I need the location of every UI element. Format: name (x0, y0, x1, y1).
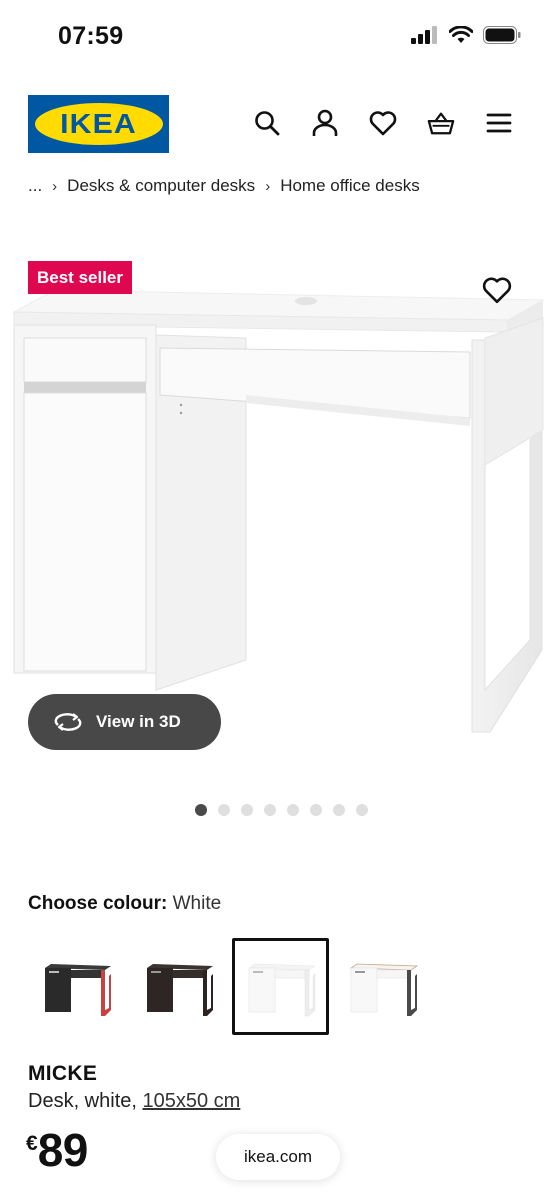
breadcrumb-home-office-desks[interactable]: Home office desks (280, 176, 420, 196)
carousel-dots (0, 804, 555, 816)
logo-oval: IKEA (34, 103, 163, 145)
menu-icon (486, 113, 512, 133)
product-name: MICKE (28, 1062, 98, 1085)
view-in-3d-label: View in 3D (96, 712, 181, 731)
cellular-signal-icon (411, 26, 437, 44)
basket-icon (427, 112, 455, 135)
status-bar: 07:59 (0, 0, 555, 72)
site-header: IKEA (0, 94, 555, 154)
selected-colour: White (172, 893, 222, 914)
chevron-right-icon: › (265, 177, 271, 195)
carousel-dot[interactable] (333, 804, 345, 816)
search-icon (255, 111, 280, 136)
breadcrumb: ... › Desks & computer desks › Home offi… (28, 176, 420, 196)
wifi-icon (449, 26, 473, 43)
desk-thumbnail (146, 963, 213, 1016)
colour-label: Choose colour: White (28, 893, 221, 915)
product-dimensions-link[interactable]: 105x50 cm (143, 1090, 241, 1112)
status-time: 07:59 (58, 22, 124, 50)
add-to-favourites-button[interactable] (482, 276, 512, 304)
desk-thumbnail (349, 963, 418, 1016)
colour-swatches (28, 938, 431, 1035)
product-image[interactable] (0, 250, 555, 770)
logo-text: IKEA (60, 108, 137, 139)
product-description: Desk, white, 105x50 cm (28, 1090, 240, 1113)
product-description-text: Desk, white, (28, 1090, 137, 1112)
carousel-dot[interactable] (310, 804, 322, 816)
profile-icon (312, 109, 338, 136)
carousel-dot[interactable] (264, 804, 276, 816)
desk-thumbnail (247, 963, 316, 1016)
carousel-dot[interactable] (356, 804, 368, 816)
carousel-dot[interactable] (218, 804, 230, 816)
battery-icon (483, 26, 521, 44)
colour-swatch-black-red[interactable] (28, 938, 125, 1035)
status-icons (411, 26, 521, 44)
breadcrumb-ellipsis[interactable]: ... (28, 176, 42, 196)
browser-url-pill[interactable]: ikea.com (216, 1134, 340, 1180)
basket-button[interactable] (427, 109, 455, 137)
menu-button[interactable] (485, 109, 513, 137)
profile-button[interactable] (311, 109, 339, 137)
carousel-dot[interactable] (241, 804, 253, 816)
ikea-logo[interactable]: IKEA (28, 95, 169, 153)
breadcrumb-desks[interactable]: Desks & computer desks (67, 176, 255, 196)
chevron-right-icon: › (52, 177, 58, 195)
best-seller-badge: Best seller (28, 261, 132, 294)
colour-swatch-white[interactable] (232, 938, 329, 1035)
header-icons (253, 109, 513, 137)
view-in-3d-button[interactable]: View in 3D (28, 694, 221, 750)
carousel-dot[interactable] (195, 804, 207, 816)
rotate-3d-icon (54, 713, 82, 731)
price-currency: € (26, 1132, 38, 1155)
price-amount: 89 (37, 1124, 89, 1176)
colour-swatch-black-brown[interactable] (130, 938, 227, 1035)
heart-icon (369, 111, 397, 136)
product-price: € 89 (26, 1124, 88, 1176)
colour-swatch-white-anthracite[interactable] (334, 938, 431, 1035)
colour-label-title: Choose colour: (28, 893, 168, 914)
search-button[interactable] (253, 109, 281, 137)
carousel-dot[interactable] (287, 804, 299, 816)
desk-thumbnail (44, 963, 111, 1016)
heart-icon (482, 277, 512, 304)
favourites-button[interactable] (369, 109, 397, 137)
